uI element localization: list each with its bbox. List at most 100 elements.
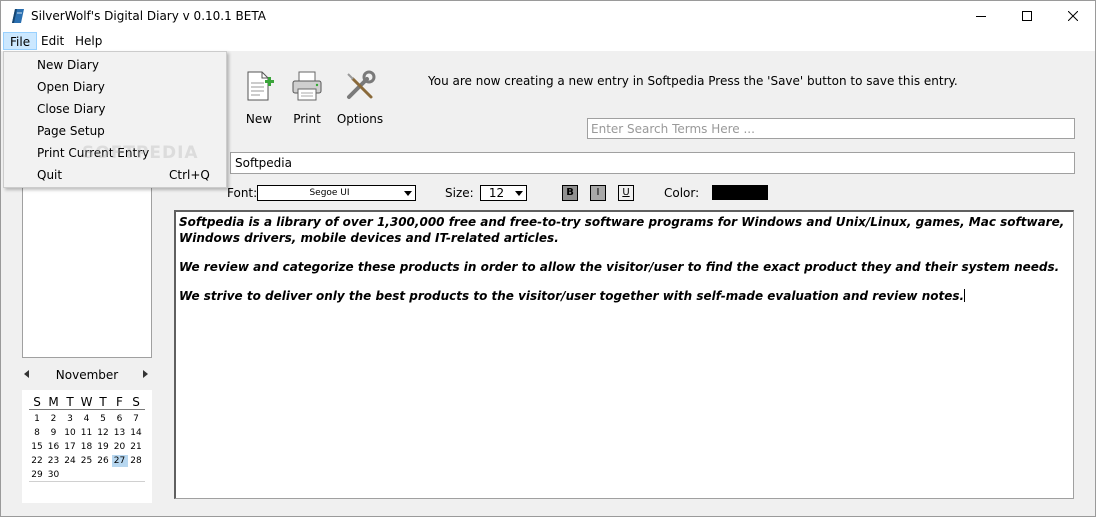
weekday-label: S [132,395,140,409]
menu-item-new-diary[interactable]: New Diary [4,54,226,76]
menu-help[interactable]: Help [69,32,108,50]
text-caret [964,289,966,302]
status-notice: You are now creating a new entry in Soft… [428,74,958,88]
calendar-footer [29,481,145,482]
calendar-day[interactable]: 20 [112,441,128,453]
calendar-day[interactable]: 27 [111,455,128,467]
menu-item-label: Close Diary [37,102,106,116]
menu-item-open-diary[interactable]: Open Diary [4,76,226,98]
font-label: Font: [227,186,258,200]
calendar-day[interactable]: 16 [46,441,62,453]
bold-button[interactable]: B [562,185,578,201]
editor-paragraph: Softpedia is a library of over 1,300,000… [179,215,1065,245]
calendar-day[interactable]: 19 [95,441,111,453]
entry-editor[interactable]: Softpedia is a library of over 1,300,000… [174,210,1074,499]
calendar-day[interactable]: 18 [79,441,95,453]
editor-paragraph: We strive to deliver only the best produ… [179,288,1070,304]
menu-item-shortcut: Ctrl+Q [169,168,210,182]
chevron-down-icon [404,191,412,196]
size-label: Size: [445,186,474,200]
calendar: S M T W T F S 1 2 3 4 5 6 7 8 9 10 11 12 13 14 15 16 17 1… [22,390,152,503]
font-select-value: Segoe UI [309,188,350,198]
calendar-day[interactable]: 5 [95,413,111,425]
month-navigator: November [22,367,152,383]
calendar-day[interactable]: 14 [128,427,144,439]
italic-button[interactable]: I [590,185,606,201]
menu-item-close-diary[interactable]: Close Diary [4,98,226,120]
calendar-day[interactable]: 10 [62,427,78,439]
entry-list[interactable] [22,186,152,358]
color-swatch[interactable] [712,185,768,200]
maximize-icon [1022,11,1032,21]
size-select-value: 12 [488,186,505,200]
calendar-week-row: 22 23 24 25 26 27 28 [29,454,145,468]
menu-item-print-current-entry[interactable]: Print Current Entry [4,142,226,164]
print-label: Print [293,112,321,126]
calendar-day[interactable]: 23 [46,455,62,467]
search-input[interactable] [587,118,1075,139]
calendar-day[interactable]: 6 [112,413,128,425]
menu-item-label: Open Diary [37,80,105,94]
calendar-weekdays: S M T W T F S [29,395,145,410]
menu-edit[interactable]: Edit [35,32,70,50]
app-window: SilverWolf's Digital Diary v 0.10.1 BETA… [0,0,1096,517]
calendar-day[interactable]: 15 [29,441,45,453]
month-label: November [55,368,119,382]
menu-item-label: Print Current Entry [37,146,150,160]
calendar-day[interactable]: 24 [62,455,78,467]
calendar-week-row: 1234567 [29,412,145,426]
calendar-week-row: 15 16 17 18 19 20 21 [29,440,145,454]
editor-paragraph-text: We strive to deliver only the best produ… [179,289,965,303]
menu-item-label: Quit [37,168,63,182]
calendar-day[interactable]: 4 [79,413,95,425]
options-label: Options [336,112,384,126]
wrench-screwdriver-icon [347,70,376,99]
calendar-week-row: 8 9 10 11 12 13 14 [29,426,145,440]
calendar-day[interactable]: 17 [62,441,78,453]
weekday-label: T [66,395,74,409]
calendar-day[interactable]: 9 [46,427,62,439]
calendar-day[interactable]: 30 [46,469,62,481]
calendar-day[interactable]: 13 [112,427,128,439]
minimize-button[interactable] [958,1,1004,31]
calendar-day[interactable]: 29 [29,469,45,481]
next-month-icon[interactable] [143,370,148,378]
calendar-day[interactable]: 3 [62,413,78,425]
menu-item-quit[interactable]: Quit Ctrl+Q [4,164,226,186]
print-button[interactable]: Print [277,69,337,126]
menu-item-page-setup[interactable]: Page Setup [4,120,226,142]
close-icon [1068,11,1078,21]
calendar-day[interactable]: 26 [95,455,111,467]
calendar-week-row: 29 30 [29,468,145,482]
options-button[interactable]: Options [330,69,390,126]
calendar-day[interactable]: 1 [29,413,45,425]
calendar-day[interactable]: 11 [79,427,95,439]
new-document-icon [247,71,274,101]
calendar-day[interactable]: 21 [128,441,144,453]
entry-title-field[interactable]: Softpedia [230,152,1075,174]
size-select[interactable]: 12 [480,185,527,201]
calendar-day[interactable]: 8 [29,427,45,439]
weekday-label: S [33,395,41,409]
menu-file[interactable]: File [3,32,38,50]
weekday-label: T [99,395,107,409]
calendar-day[interactable]: 25 [79,455,95,467]
calendar-day[interactable]: 2 [46,413,62,425]
window-title: SilverWolf's Digital Diary v 0.10.1 BETA [31,9,266,23]
close-button[interactable] [1050,1,1096,31]
calendar-day[interactable]: 7 [128,413,144,425]
underline-button[interactable]: U [618,185,634,201]
weekday-label: F [116,395,123,409]
chevron-down-icon [515,191,523,196]
calendar-day[interactable]: 28 [128,455,144,467]
calendar-day[interactable]: 12 [95,427,111,439]
editor-paragraph: We review and categorize these products … [179,260,1060,274]
diary-book-icon [12,9,24,23]
font-select[interactable]: Segoe UI [257,185,416,201]
calendar-day[interactable]: 22 [29,455,45,467]
weekday-label: M [48,395,59,409]
color-label: Color: [664,186,700,200]
maximize-button[interactable] [1004,1,1050,31]
title-bar: SilverWolf's Digital Diary v 0.10.1 BETA [1,1,1095,31]
menu-item-label: Page Setup [37,124,105,138]
